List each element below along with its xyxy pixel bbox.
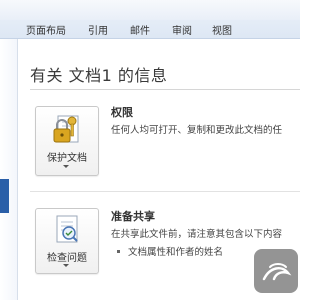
check-for-issues-label: 检查问题 [47,253,87,264]
chevron-down-icon [63,165,69,168]
tab-mailings[interactable]: 邮件 [130,26,150,38]
check-for-issues-button[interactable]: 检查问题 [35,208,99,274]
prepare-heading: 准备共享 [111,210,155,223]
title-bar-band [0,0,300,20]
section-divider [30,191,300,192]
bullet-text: 文档属性和作者的姓名 [128,247,224,258]
protect-document-button[interactable]: 保护文档 [35,106,99,176]
chevron-down-icon [63,264,69,267]
permissions-heading: 权限 [111,106,133,119]
backstage-nav [0,39,18,300]
tab-view[interactable]: 视图 [212,26,232,38]
permissions-description: 任何人均可打开、复制和更改此文档的任 [111,125,283,136]
backstage-info-page: 页面布局 引用 邮件 审阅 视图 有关 文档1 的信息 保护文档 权限 任何人均… [0,0,300,300]
list-item: 文档属性和作者的姓名 [111,244,223,258]
watermark-swirl-icon [262,263,292,281]
ribbon-tab-strip: 页面布局 引用 邮件 审阅 视图 [0,0,300,39]
protect-document-label: 保护文档 [47,153,87,164]
document-check-icon [56,215,78,243]
tab-references[interactable]: 引用 [88,26,108,38]
nav-selected-indicator [0,179,9,213]
lock-key-icon [53,115,79,143]
prepare-description: 在共享此文件前，请注意其包含以下内容 [111,229,283,240]
tab-page-layout[interactable]: 页面布局 [26,26,66,38]
bullet-icon [117,250,120,253]
tab-review[interactable]: 审阅 [172,26,192,38]
watermark-logo [254,249,298,293]
title-divider [30,89,300,90]
page-title: 有关 文档1 的信息 [30,66,168,85]
